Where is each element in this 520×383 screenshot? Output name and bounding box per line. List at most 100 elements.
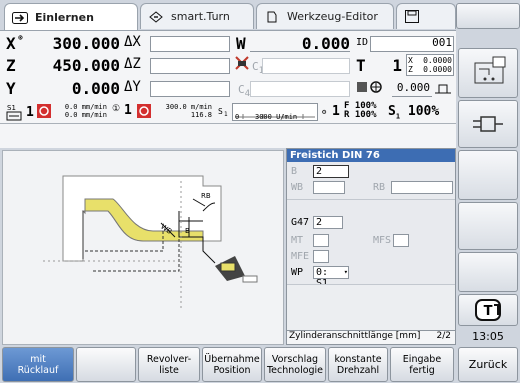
- s1-sub-label: S: [218, 107, 223, 116]
- tab-label: Werkzeug-Editor: [287, 10, 378, 23]
- transfer-softkey[interactable]: T: [458, 294, 518, 326]
- override-number: 1: [332, 104, 340, 119]
- svg-text:B: B: [185, 227, 190, 235]
- w-label: W: [236, 34, 246, 53]
- fr-override: F 100% R 100%: [344, 101, 377, 120]
- softkey-empty-2[interactable]: [458, 202, 518, 250]
- s1-sub-value: 1: [224, 111, 228, 118]
- top-right-softkey[interactable]: [456, 3, 520, 29]
- wb-label: WB: [291, 182, 304, 193]
- tab-werkzeug-editor[interactable]: Werkzeug-Editor: [256, 3, 394, 29]
- spindle-stop-icon: [36, 103, 52, 123]
- softkey-revolverliste[interactable]: Revolver-liste: [138, 347, 200, 382]
- delta-z-field: [150, 58, 230, 74]
- tab-einlernen[interactable]: Einlernen: [4, 3, 138, 31]
- reference-icon: ⊛: [18, 33, 23, 42]
- b-input[interactable]: 2: [313, 165, 349, 178]
- t-label: T: [356, 56, 366, 75]
- channel-icon: S1: [5, 103, 25, 123]
- mfe-input[interactable]: [313, 250, 329, 263]
- t-value: 1: [392, 56, 402, 75]
- delta-y-label: ΔY: [124, 79, 141, 95]
- w-value: 0.000: [301, 34, 350, 53]
- arrow-right-icon: [11, 11, 29, 24]
- x-axis-label: X: [6, 34, 16, 53]
- softkey-empty-bottom[interactable]: [76, 347, 136, 382]
- form-separator: [287, 199, 455, 211]
- s1-number: 1: [124, 103, 132, 118]
- clock: 13:05: [472, 330, 504, 343]
- c1-field: [262, 58, 350, 74]
- s1-override: S1 100%: [388, 104, 440, 121]
- transfer-t-icon: T: [475, 299, 501, 321]
- feed-readout: 0.0 mm/min 0.0 mm/min: [64, 103, 107, 119]
- plug-icon: [473, 116, 503, 132]
- mfs-input[interactable]: [393, 234, 409, 247]
- tool-offset-box: X 0.0000 Z 0.0000: [406, 54, 454, 76]
- spindle-stop-icon-2: [136, 103, 152, 123]
- wp-select[interactable]: 0: S1▾: [313, 266, 349, 289]
- spindle-position-icon: [434, 80, 452, 99]
- g47-input[interactable]: 2: [313, 216, 343, 229]
- id-value: 001: [432, 36, 452, 49]
- y-value: 0.000: [71, 79, 120, 98]
- rb-input[interactable]: [391, 181, 453, 194]
- app-window: Einlernen smart.Turn Werkzeug-Editor X ⊛…: [0, 0, 520, 383]
- delta-z-label: ΔZ: [124, 56, 141, 72]
- feed-stop-icon: [234, 55, 250, 75]
- status-divider: [0, 123, 456, 124]
- softkey-eingabe-fertig[interactable]: Eingabe fertig: [390, 347, 454, 382]
- tool-view-icon: [474, 56, 506, 84]
- b-label: B: [291, 166, 298, 177]
- feed-gauge: 0 3000 U/min: [232, 103, 318, 121]
- mfe-label: MFE: [291, 251, 310, 262]
- contour-graphic: B WB RB: [2, 150, 284, 345]
- plug-softkey[interactable]: [458, 100, 518, 148]
- circle-1-icon: ①: [112, 104, 121, 114]
- x-value: 300.000: [52, 34, 120, 53]
- mt-label: MT: [291, 235, 304, 246]
- spindle-field: 0.000: [392, 81, 432, 97]
- tool-icon: [263, 11, 281, 23]
- delta-x-label: ΔX: [124, 34, 141, 50]
- svg-text:RB: RB: [201, 192, 211, 200]
- id-label: ID: [356, 37, 369, 48]
- undercut-form: Freistich DIN 76 B 2 WB RB G47 2 MT MFS …: [286, 148, 456, 345]
- tab-smart-turn[interactable]: smart.Turn: [140, 3, 254, 29]
- form-footer: Zylinderanschnittlänge [mm] 2/2: [287, 330, 455, 344]
- softkey-vorschlag-technologie[interactable]: Vorschlag Technologie: [264, 347, 326, 382]
- svg-text:T: T: [484, 304, 493, 319]
- tab-label: smart.Turn: [171, 10, 230, 23]
- diamond-arrow-icon: [147, 10, 165, 23]
- mfs-label: MFS: [373, 235, 392, 246]
- tool-view-softkey[interactable]: [458, 48, 518, 98]
- softkey-konstante-drehzahl[interactable]: konstante Drehzahl: [328, 347, 388, 382]
- wb-input[interactable]: [313, 181, 345, 194]
- z-value: 450.000: [52, 56, 120, 75]
- g47-label: G47: [291, 217, 310, 228]
- form-title: Freistich DIN 76: [287, 149, 455, 162]
- save-icon: [403, 10, 421, 23]
- override-icon: ⚙: [322, 108, 327, 116]
- speed-readout: 300.0 m/min 116.8: [165, 103, 212, 119]
- softkey-uebernahme-position[interactable]: Übernahme Position: [202, 347, 262, 382]
- softkey-mit-ruecklauf[interactable]: mit Rücklauf: [2, 347, 74, 382]
- form-empty-area: [287, 284, 455, 330]
- softkey-zurueck[interactable]: Zurück: [458, 347, 518, 382]
- softkey-empty-1[interactable]: [458, 150, 518, 200]
- delta-x-field: [150, 36, 230, 52]
- c4-field: [250, 81, 350, 97]
- chevron-down-icon: ▾: [343, 268, 348, 276]
- mt-input[interactable]: [313, 234, 329, 247]
- svg-text:S1: S1: [7, 104, 16, 112]
- wp-label: WP: [291, 267, 304, 278]
- z-axis-label: Z: [6, 56, 16, 75]
- machine-status-panel: X ⊛ 300.000 ΔX W 0.000 ID 001 Z 450.000 …: [0, 30, 456, 148]
- rb-label: RB: [373, 182, 386, 193]
- chuck-icon: [356, 79, 386, 99]
- channel-number: 1: [26, 105, 34, 120]
- tab-label: Einlernen: [35, 11, 94, 24]
- c4-label: C4: [238, 83, 251, 100]
- softkey-empty-3[interactable]: [458, 252, 518, 292]
- tab-save[interactable]: [396, 3, 456, 29]
